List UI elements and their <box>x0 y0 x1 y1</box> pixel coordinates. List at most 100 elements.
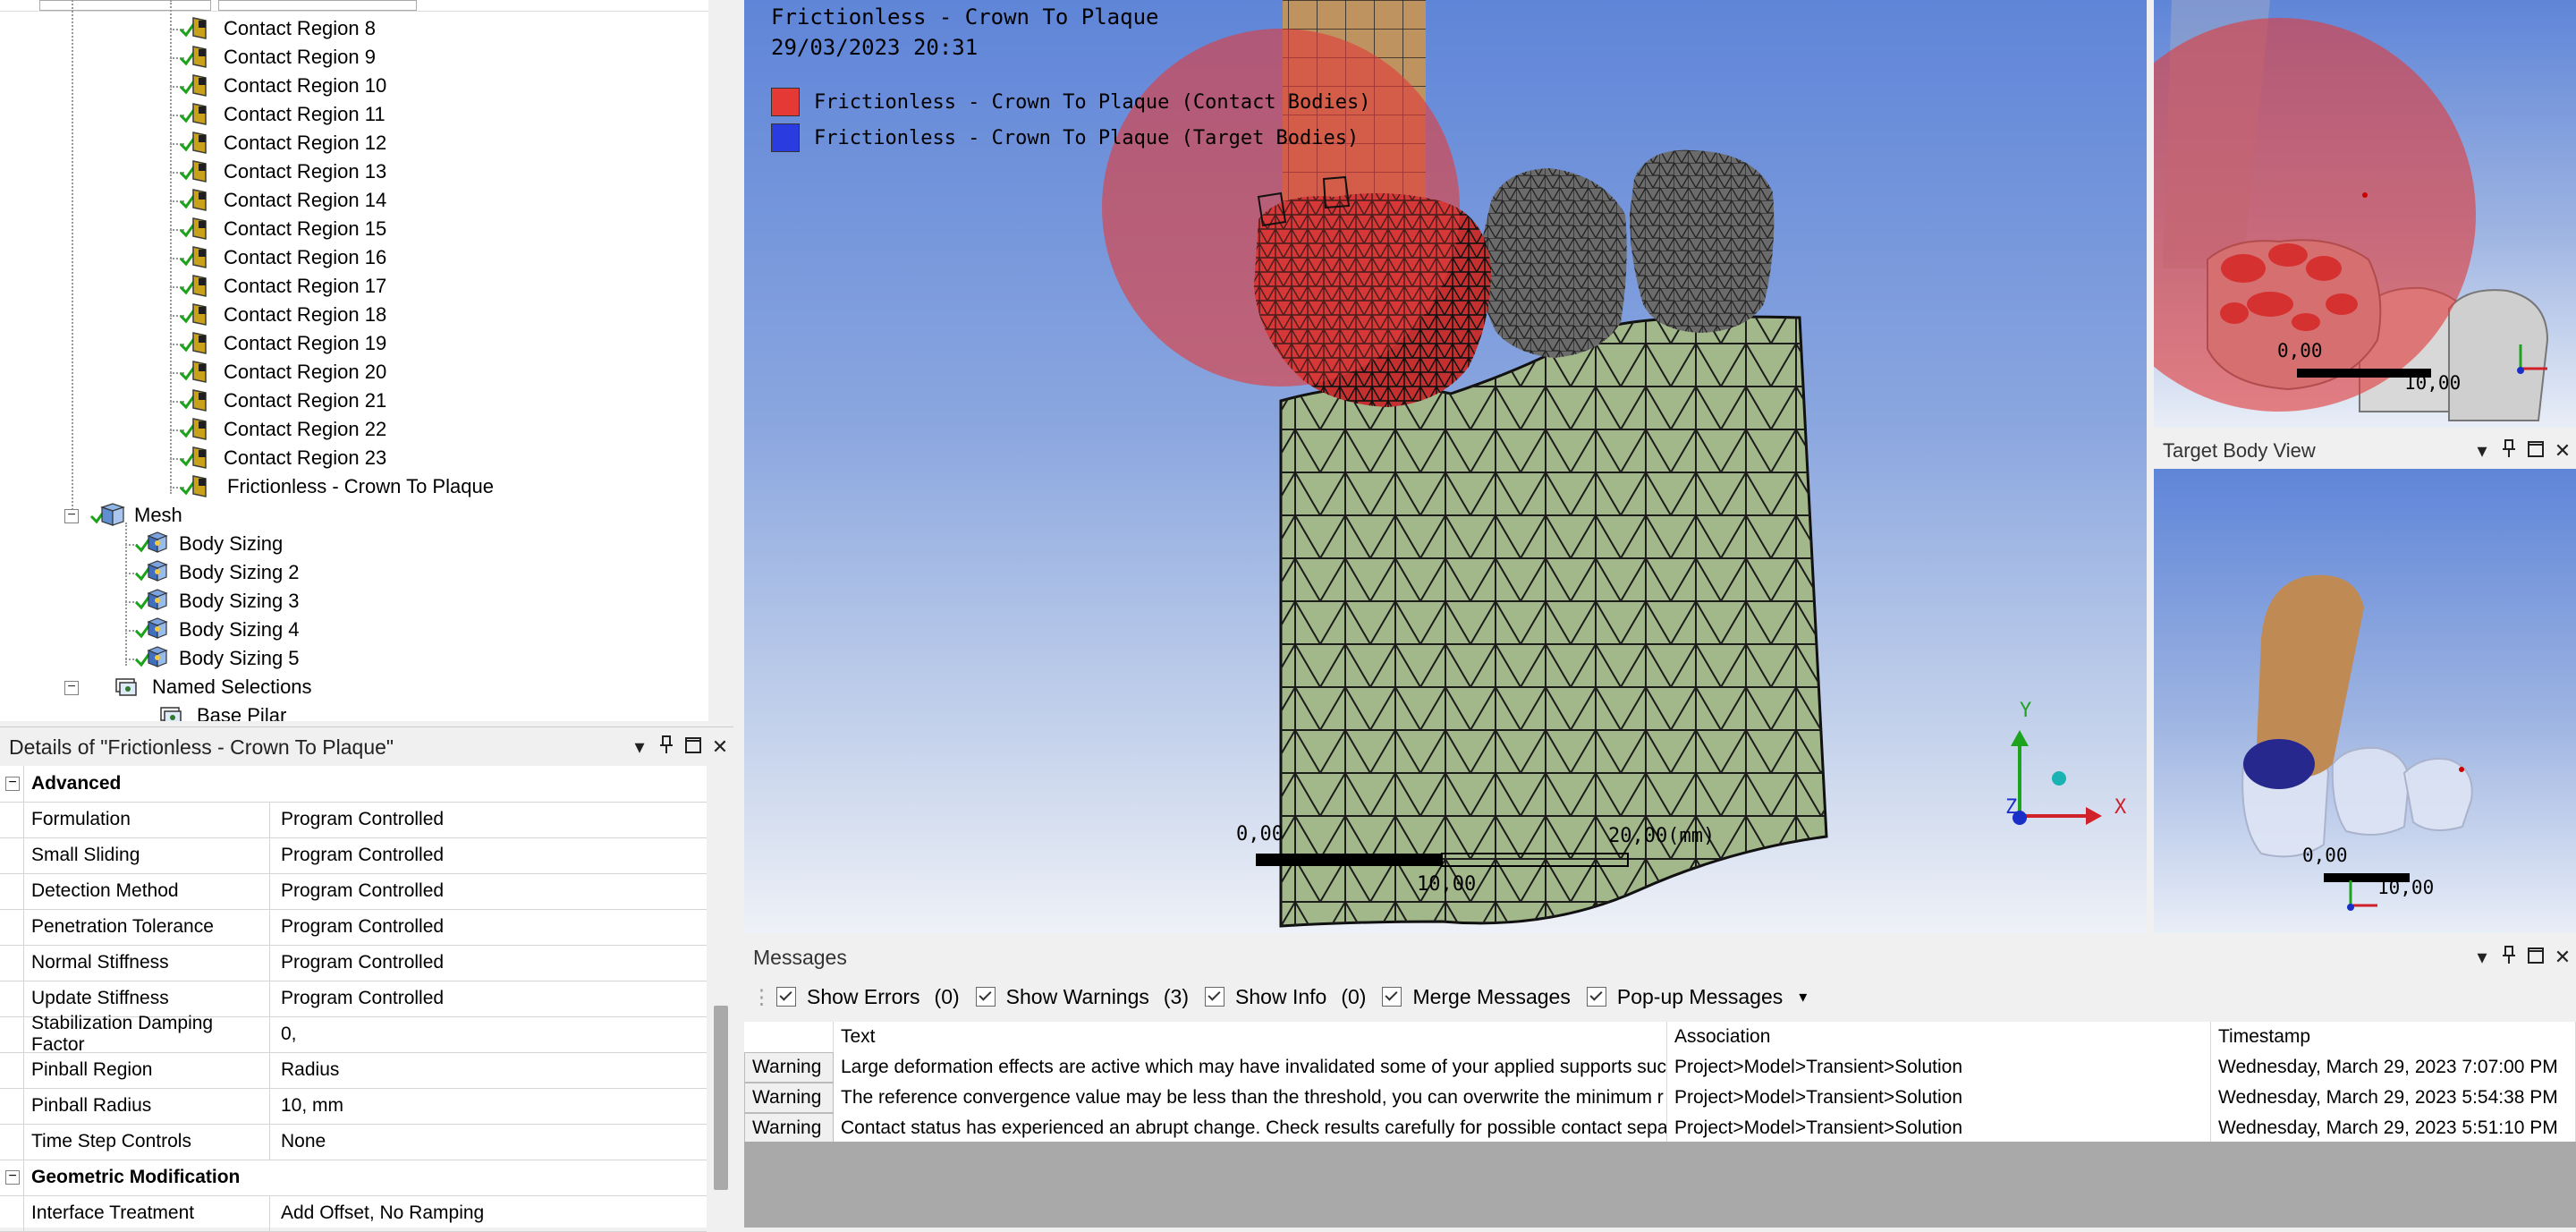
grip-icon[interactable]: ⋮ <box>744 985 776 1009</box>
tree-item-contact-region[interactable]: Contact Region 9 <box>179 43 376 72</box>
tree-item-body-sizing[interactable]: Body Sizing 4 <box>134 616 300 644</box>
tree-item-contact-region[interactable]: Contact Region 20 <box>179 358 386 387</box>
tree-item-contact-region[interactable]: Contact Region 14 <box>179 186 386 215</box>
pin-icon[interactable] <box>653 735 680 760</box>
messages-toolbar: ⋮ Show Errors (0) Show Warnings (3) Show Inf… <box>744 979 2576 1015</box>
target-body-view[interactable]: 0,00 10,00 <box>2154 469 2576 933</box>
property-value[interactable]: Radius <box>270 1059 339 1081</box>
maximize-icon[interactable] <box>680 735 707 759</box>
close-icon[interactable]: ✕ <box>2549 439 2576 463</box>
tree-item-body-sizing[interactable]: Body Sizing <box>134 530 283 558</box>
contact-scale-left: 0,00 <box>2277 340 2323 361</box>
toolbar-toggle[interactable]: Show Info (0) <box>1205 985 1366 1009</box>
details-property-row[interactable]: Update Stiffness Program Controlled <box>0 981 707 1017</box>
message-row[interactable]: Warning The reference convergence value m… <box>744 1083 2576 1114</box>
tree-item-label: Contact Region 17 <box>224 275 387 297</box>
chevron-down-icon[interactable]: ▾ <box>2469 946 2496 969</box>
details-property-row[interactable]: Detection Method Program Controlled <box>0 873 707 910</box>
details-property-row[interactable]: Formulation Program Controlled <box>0 802 707 838</box>
details-section-header[interactable]: − Geometric Modification <box>0 1160 707 1196</box>
details-property-row[interactable]: Interface Treatment Add Offset, No Rampin… <box>0 1195 707 1232</box>
tree-item-contact-region[interactable]: Contact Region 12 <box>179 129 386 157</box>
message-row[interactable]: Warning Contact status has experienced an… <box>744 1113 2576 1144</box>
details-property-row[interactable]: Time Step Controls None <box>0 1124 707 1160</box>
column-header[interactable] <box>744 1022 834 1052</box>
tree-item-contact-region[interactable]: Contact Region 23 <box>179 444 386 472</box>
toolbar-toggle[interactable]: Merge Messages <box>1382 984 1571 1009</box>
column-header[interactable]: Timestamp <box>2211 1022 2576 1052</box>
message-row[interactable]: Warning Large deformation effects are act… <box>744 1052 2576 1083</box>
chevron-down-icon[interactable]: ▾ <box>626 735 653 759</box>
toolbar-toggle[interactable]: Show Warnings (3) <box>975 985 1189 1009</box>
tree-item-contact-region[interactable]: Contact Region 13 <box>179 157 386 186</box>
tree-item-contact-region[interactable]: Contact Region 21 <box>179 387 386 415</box>
property-value[interactable]: None <box>270 1131 326 1152</box>
details-property-row[interactable]: Normal Stiffness Program Controlled <box>0 945 707 981</box>
property-value[interactable]: Program Controlled <box>270 952 444 973</box>
tree-item-mesh[interactable]: Mesh <box>89 501 182 530</box>
details-property-row[interactable]: Small Sliding Program Controlled <box>0 837 707 874</box>
details-property-row[interactable]: Pinball Radius 10, mm <box>0 1088 707 1125</box>
maximize-icon[interactable] <box>2522 946 2549 969</box>
tree-item-contact-region[interactable]: Contact Region 19 <box>179 329 386 358</box>
collapse-section-toggle[interactable]: − <box>5 1169 20 1185</box>
chevron-down-icon[interactable]: ▾ <box>2469 439 2496 463</box>
details-property-row[interactable]: Penetration Tolerance Program Controlled <box>0 909 707 946</box>
tree-item-named-selection[interactable]: Base Pilar <box>152 701 286 721</box>
pin-icon[interactable] <box>2496 438 2522 463</box>
property-value[interactable]: Program Controlled <box>270 916 444 938</box>
tree-item-label: Base Pilar <box>197 704 287 721</box>
details-property-row[interactable]: Stabilization Damping Factor 0, <box>0 1013 707 1055</box>
contact-body-view[interactable]: 0,00 10,00 <box>2154 0 2576 428</box>
checkbox[interactable] <box>1586 987 1606 1007</box>
tree-filter-box[interactable] <box>39 0 211 11</box>
toolbar-toggle-label: Merge Messages <box>1412 984 1571 1008</box>
tree-item-named-selections[interactable]: Named Selections <box>107 673 312 701</box>
details-scroll-thumb[interactable] <box>714 1006 728 1190</box>
property-value[interactable]: 10, mm <box>270 1095 343 1117</box>
tree-item-contact-region[interactable]: Contact Region 22 <box>179 415 386 444</box>
details-scrollbar[interactable] <box>710 766 732 1228</box>
checkbox[interactable] <box>1205 987 1225 1007</box>
graphics-viewport[interactable]: Frictionless - Crown To Plaque 29/03/202… <box>744 0 2147 933</box>
close-icon[interactable]: ✕ <box>707 735 733 759</box>
tree-item-contact-region[interactable]: Contact Region 16 <box>179 243 386 272</box>
property-value[interactable]: Program Controlled <box>270 809 444 830</box>
tree-item-contact-region[interactable]: Contact Region 18 <box>179 301 386 329</box>
tree-filter-box-2[interactable] <box>218 0 417 11</box>
checkbox[interactable] <box>1382 987 1402 1007</box>
property-value[interactable]: Program Controlled <box>270 880 444 902</box>
collapse-section-toggle[interactable]: − <box>5 776 20 791</box>
tree-item-selected-contact[interactable]: Frictionless - Crown To Plaque <box>179 472 497 501</box>
column-header[interactable]: Text <box>834 1022 1667 1052</box>
tree-item-body-sizing[interactable]: Body Sizing 3 <box>134 587 300 616</box>
contact-region-icon <box>179 216 215 242</box>
chevron-down-icon[interactable]: ▾ <box>1799 988 1807 1007</box>
property-value[interactable]: Program Controlled <box>270 988 444 1009</box>
collapse-named-selections-toggle[interactable]: − <box>64 680 79 695</box>
close-icon[interactable]: ✕ <box>2549 946 2576 969</box>
pin-icon[interactable] <box>2496 945 2522 970</box>
toolbar-toggle[interactable]: Pop-up Messages <box>1586 985 1783 1009</box>
tree-item-label: Contact Region 12 <box>224 132 387 154</box>
tree-item-contact-region[interactable]: Contact Region 11 <box>179 100 386 129</box>
contact-region-icon <box>179 15 215 42</box>
checkbox[interactable] <box>975 987 996 1007</box>
details-property-row[interactable]: Pinball Region Radius <box>0 1052 707 1089</box>
tree-item-label: Contact Region 14 <box>224 189 387 211</box>
tree-item-contact-region[interactable]: Contact Region 10 <box>179 72 386 100</box>
tree-item-contact-region[interactable]: Contact Region 8 <box>179 14 376 43</box>
tree-item-body-sizing[interactable]: Body Sizing 2 <box>134 558 300 587</box>
column-header[interactable]: Association <box>1667 1022 2211 1052</box>
checkbox[interactable] <box>776 987 796 1007</box>
property-value[interactable]: 0, <box>270 1024 297 1045</box>
tree-item-contact-region[interactable]: Contact Region 17 <box>179 272 386 301</box>
details-section-header[interactable]: − Advanced <box>0 766 707 803</box>
tree-item-contact-region[interactable]: Contact Region 15 <box>179 215 386 243</box>
tree-item-body-sizing[interactable]: Body Sizing 5 <box>134 644 300 673</box>
property-value[interactable]: Program Controlled <box>270 845 444 866</box>
collapse-mesh-toggle[interactable]: − <box>64 508 79 523</box>
maximize-icon[interactable] <box>2522 439 2549 463</box>
toolbar-toggle[interactable]: Show Errors (0) <box>776 985 960 1009</box>
property-value[interactable]: Add Offset, No Ramping <box>270 1202 484 1224</box>
